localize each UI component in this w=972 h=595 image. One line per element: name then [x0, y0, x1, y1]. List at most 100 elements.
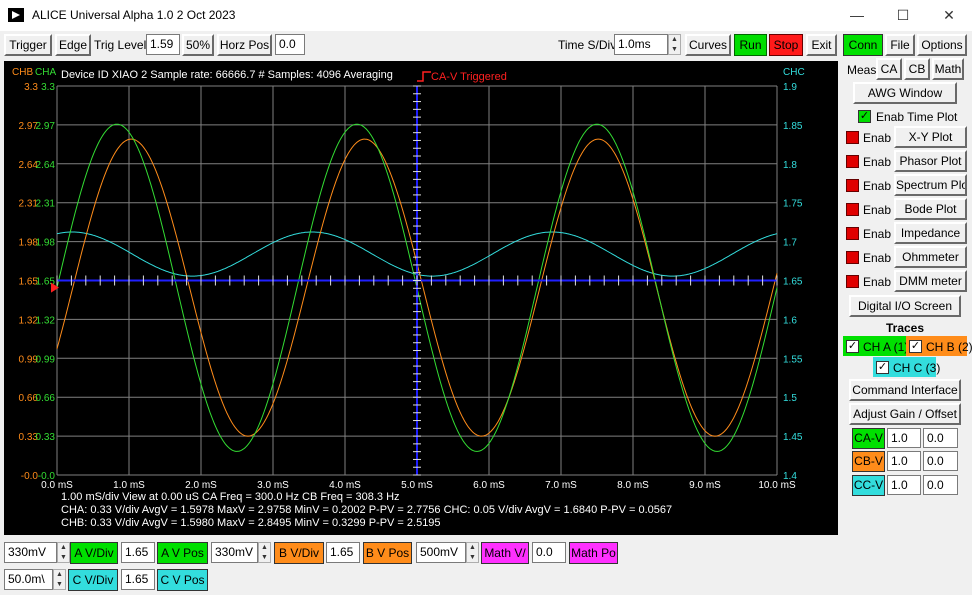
awg-window-button[interactable]: AWG Window: [853, 82, 957, 104]
maximize-button[interactable]: ☐: [880, 0, 926, 31]
cc-gain-input[interactable]: 1.0: [887, 475, 921, 495]
close-button[interactable]: ✕: [926, 0, 972, 31]
enab-impedance-checkbox[interactable]: [846, 227, 859, 240]
time-div-input[interactable]: 1.0ms: [614, 34, 668, 55]
cc-offset-input[interactable]: 0.0: [923, 475, 958, 495]
math-vdiv-spinner[interactable]: ▲ ▼: [466, 542, 479, 563]
a-vdiv-input[interactable]: 330mV: [4, 542, 57, 563]
trig-level-label: Trig Level: [94, 38, 147, 52]
math-vdiv-input[interactable]: 500mV: [416, 542, 466, 563]
x-tick-label: 0.0 mS: [41, 480, 73, 491]
cha-tick-label: 2.64: [36, 160, 56, 171]
phasor-plot-button[interactable]: Phasor Plot: [894, 150, 967, 172]
x-tick-label: 7.0 mS: [545, 480, 577, 491]
horz-pos-button[interactable]: Horz Pos: [217, 34, 272, 56]
chb-tick-label: -0.0: [21, 471, 39, 482]
minimize-button[interactable]: —: [834, 0, 880, 31]
stop-button[interactable]: Stop: [769, 34, 803, 56]
time-div-spinner[interactable]: ▲ ▼: [668, 34, 681, 55]
title-bar: ALICE Universal Alpha 1.0 2 Oct 2023 — ☐…: [0, 0, 972, 31]
enab-spectrum-plo-checkbox[interactable]: [846, 179, 859, 192]
a-vpos-input[interactable]: 1.65: [121, 542, 155, 563]
cha-tick-label: 2.31: [36, 199, 56, 210]
meas-cb-button[interactable]: CB: [904, 58, 930, 80]
scope-plot: 3.3 3.32.972.972.642.642.312.311.981.981.…: [19, 71, 803, 491]
math-vdiv-button[interactable]: Math V/: [481, 542, 529, 564]
chb-checkbox[interactable]: ✓: [909, 340, 922, 353]
scope-header: Device ID XIAO 2 Sample rate: 66666.7 # …: [61, 69, 393, 81]
enab-bode-plot-checkbox[interactable]: [846, 203, 859, 216]
chc-checkbox[interactable]: ✓: [876, 361, 889, 374]
trigger-button[interactable]: Trigger: [4, 34, 52, 56]
tab-options[interactable]: Options: [917, 34, 967, 56]
info-line-2: CHA: 0.33 V/div AvgV = 1.5978 MaxV = 2.9…: [61, 504, 673, 516]
horz-pos-input[interactable]: 0.0: [275, 34, 305, 55]
b-vpos-button[interactable]: B V Pos: [363, 542, 412, 564]
cc-v-button[interactable]: CC-V: [852, 475, 885, 496]
x-tick-label: 9.0 mS: [689, 480, 721, 491]
command-interface-button[interactable]: Command Interface: [849, 379, 961, 401]
tab-conn[interactable]: Conn: [843, 34, 883, 56]
edge-button[interactable]: Edge: [55, 34, 91, 56]
ca-v-button[interactable]: CA-V: [852, 428, 885, 449]
ca-gain-input[interactable]: 1.0: [887, 428, 921, 448]
chb-trace-toggle[interactable]: ✓ CH B (2): [906, 336, 972, 356]
c-vdiv-spinner[interactable]: ▲ ▼: [53, 569, 66, 590]
enab-ohmmeter-checkbox[interactable]: [846, 251, 859, 264]
bode-plot-button[interactable]: Bode Plot: [894, 198, 967, 220]
cha-trace-toggle[interactable]: ✓ CH A (1): [843, 336, 908, 356]
ca-offset-input[interactable]: 0.0: [923, 428, 958, 448]
a-vdiv-button[interactable]: A V/Div: [70, 542, 118, 564]
c-vpos-button[interactable]: C V Pos: [157, 569, 208, 591]
b-vdiv-input[interactable]: 330mV: [211, 542, 258, 563]
spectrum-plo-button[interactable]: Spectrum Plo: [894, 174, 967, 196]
enab-x-y-plot-checkbox[interactable]: [846, 131, 859, 144]
cha-tick-label: 0.66: [36, 393, 56, 404]
curves-button[interactable]: Curves: [685, 34, 731, 56]
b-vdiv-button[interactable]: B V/Div: [274, 542, 324, 564]
cb-v-button[interactable]: CB-V: [852, 451, 885, 472]
enab-time-label: Enab Time Plot: [876, 110, 958, 124]
x-tick-label: 4.0 mS: [329, 480, 361, 491]
b-vpos-input[interactable]: 1.65: [326, 542, 360, 563]
a-vdiv-spinner[interactable]: ▲ ▼: [57, 542, 70, 563]
ohmmeter-button[interactable]: Ohmmeter: [894, 246, 967, 268]
enab-phasor-plot-checkbox[interactable]: [846, 155, 859, 168]
meas-ca-button[interactable]: CA: [876, 58, 902, 80]
a-vpos-button[interactable]: A V Pos: [157, 542, 208, 564]
fifty-percent-button[interactable]: 50%: [182, 34, 214, 56]
meas-math-button[interactable]: Math: [932, 58, 964, 80]
chc-axis-label: CHC: [783, 67, 805, 78]
c-vpos-input[interactable]: 1.65: [121, 569, 155, 590]
x-tick-label: 5.0 mS: [401, 480, 433, 491]
adjust-gain-button[interactable]: Adjust Gain / Offset: [849, 403, 961, 425]
chc-tick-label: 1.85: [783, 121, 803, 132]
cha-tick-label: 0.99: [36, 354, 56, 365]
c-vdiv-button[interactable]: C V/Div: [68, 569, 118, 591]
math-pos-button[interactable]: Math Po: [569, 542, 618, 564]
scope-display[interactable]: 3.3 3.3 2.97 2.97 2.64 2.64 2.31 2.31 1.98 1.98 1.…: [4, 61, 838, 535]
chb-trace-label: CH B (2): [926, 340, 972, 354]
c-vdiv-input[interactable]: 50.0m\: [4, 569, 53, 590]
cb-gain-input[interactable]: 1.0: [887, 451, 921, 471]
exit-button[interactable]: Exit: [806, 34, 837, 56]
chc-tick-label: 1.6: [783, 315, 797, 326]
chc-tick-label: 1.45: [783, 432, 803, 443]
digital-io-button[interactable]: Digital I/O Screen: [849, 295, 961, 317]
enab-dmm-meter-checkbox[interactable]: [846, 275, 859, 288]
x-y-plot-button[interactable]: X-Y Plot: [894, 126, 967, 148]
trigger-edge-icon: [417, 71, 431, 82]
enab-x-y-plot-label: Enab: [863, 131, 892, 145]
cb-offset-input[interactable]: 0.0: [923, 451, 958, 471]
math-pos-input[interactable]: 0.0: [532, 542, 566, 563]
impedance-button[interactable]: Impedance: [894, 222, 967, 244]
b-vdiv-spinner[interactable]: ▲ ▼: [258, 542, 271, 563]
cha-checkbox[interactable]: ✓: [846, 340, 859, 353]
run-button[interactable]: Run: [734, 34, 767, 56]
chc-trace-toggle[interactable]: ✓ CH C (3): [873, 357, 940, 377]
enab-time-checkbox[interactable]: ✓: [858, 110, 871, 123]
window-title: ALICE Universal Alpha 1.0 2 Oct 2023: [32, 8, 236, 22]
trig-level-input[interactable]: 1.59: [146, 34, 180, 55]
dmm-meter-button[interactable]: DMM meter: [894, 270, 967, 292]
tab-file[interactable]: File: [885, 34, 915, 56]
